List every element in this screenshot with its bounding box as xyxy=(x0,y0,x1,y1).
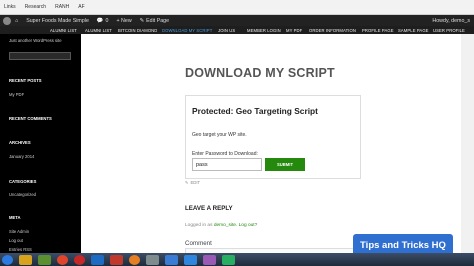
recent-comments-header: RECENT COMMENTS xyxy=(9,116,52,121)
archives-header: ARCHIVES xyxy=(9,140,31,145)
main-content: DOWNLOAD MY SCRIPT Protected: Geo Target… xyxy=(81,34,474,266)
menu-item-bitcoin-diamond[interactable]: BITCOIN DIAMOND xyxy=(118,28,157,33)
menu-item-join-us[interactable]: JOIN US xyxy=(218,28,235,33)
admin-bar-howdy[interactable]: Howdy, demo_s xyxy=(428,18,474,24)
primary-menu: ALUMNI LIST ALUMNI LIST BITCOIN DIAMOND … xyxy=(0,26,474,34)
admin-bar-comments[interactable]: 💬 0 xyxy=(93,18,113,24)
content-right-gutter xyxy=(461,34,474,266)
comments-count: 0 xyxy=(105,17,109,24)
firefox-icon[interactable] xyxy=(129,254,140,265)
page-title: DOWNLOAD MY SCRIPT xyxy=(185,66,335,80)
menu-item-profile-page[interactable]: PROFILE PAGE xyxy=(362,28,394,33)
meta-header: META xyxy=(9,215,21,220)
protected-download-box: Protected: Geo Targeting Script Geo targ… xyxy=(185,95,361,179)
bookmark-af[interactable]: AF xyxy=(78,4,84,10)
edit-page-label: Edit Page xyxy=(146,17,170,24)
filezilla-icon[interactable] xyxy=(110,254,123,265)
meta-entries-rss-link[interactable]: Entries RSS xyxy=(9,247,32,252)
leave-reply-heading: LEAVE A REPLY xyxy=(185,205,233,212)
sidebar-search-input[interactable] xyxy=(9,52,71,60)
archive-link[interactable]: January 2014 xyxy=(9,154,34,159)
admin-bar-new[interactable]: + New xyxy=(112,18,135,24)
app-icon-2[interactable] xyxy=(146,254,159,265)
menu-item-alumni-list-2[interactable]: ALUMNI LIST xyxy=(85,28,112,33)
logged-in-prefix: Logged in as xyxy=(185,223,213,228)
menu-item-download-my-script[interactable]: DOWNLOAD MY SCRIPT xyxy=(162,28,212,33)
meta-log-out-link[interactable]: Log out xyxy=(9,238,23,243)
comment-label: Comment xyxy=(185,240,212,247)
file-explorer-icon[interactable] xyxy=(19,254,32,265)
bookmark-ranh[interactable]: RANH xyxy=(55,4,69,10)
start-button-icon[interactable] xyxy=(2,254,13,265)
comment-icon: 💬 xyxy=(96,17,104,24)
admin-bar-home-icon[interactable]: ⌂ xyxy=(11,18,22,24)
admin-bar-edit-page[interactable]: ✎ Edit Page xyxy=(136,18,173,24)
menu-item-member-login[interactable]: MEMBER LOGIN xyxy=(247,28,281,33)
bookmarks-list: Links Research RANH AF xyxy=(0,4,85,10)
bookmark-links[interactable]: Links xyxy=(4,4,16,10)
protected-description: Geo target your WP site. xyxy=(192,132,247,138)
edit-label: EDIT xyxy=(190,180,201,185)
protected-title: Protected: Geo Targeting Script xyxy=(192,106,318,116)
bookmark-research[interactable]: Research xyxy=(25,4,46,10)
categories-header: CATEGORIES xyxy=(9,179,37,184)
wp-admin-bar: ⌂ Super Foods Made Simple 💬 0 + New ✎ Edit… xyxy=(0,15,474,26)
pencil-icon: ✎ xyxy=(185,180,189,185)
browser-bookmarks-bar: Links Research RANH AF xyxy=(0,0,474,15)
submit-button[interactable]: SUBMIT xyxy=(265,158,305,171)
menu-item-my-pdf[interactable]: MY PDF xyxy=(286,28,302,33)
edit-link[interactable]: ✎ EDIT xyxy=(185,180,200,185)
chrome-icon[interactable] xyxy=(57,254,68,265)
app-icon-5[interactable] xyxy=(203,254,216,265)
app-icon-4[interactable] xyxy=(184,254,197,265)
app-icon-6[interactable] xyxy=(222,254,235,265)
password-input[interactable]: pass xyxy=(192,158,262,171)
category-link[interactable]: Uncategorized xyxy=(9,192,36,197)
logged-in-notice: Logged in as demo_site. Log out? xyxy=(185,223,257,228)
pencil-icon: ✎ xyxy=(139,17,145,24)
menu-item-alumni-list-1[interactable]: ALUMNI LIST xyxy=(50,28,77,33)
app-icon-3[interactable] xyxy=(165,254,178,265)
opera-icon[interactable] xyxy=(74,254,85,265)
menu-item-user-profile[interactable]: USER PROFILE xyxy=(433,28,465,33)
site-tagline: Just another WordPress site xyxy=(9,38,62,43)
password-label: Enter Password to Download: xyxy=(192,151,258,157)
windows-taskbar xyxy=(0,253,474,266)
menu-item-sample-page[interactable]: SAMPLE PAGE xyxy=(398,28,429,33)
sidebar: Just another WordPress site RECENT POSTS… xyxy=(0,34,81,266)
logged-in-user-link[interactable]: demo_site xyxy=(214,223,236,228)
word-icon[interactable] xyxy=(91,254,104,265)
app-icon-1[interactable] xyxy=(38,254,51,265)
wordpress-logo-icon[interactable] xyxy=(3,16,11,25)
recent-posts-header: RECENT POSTS xyxy=(9,78,42,83)
admin-bar-site-name[interactable]: Super Foods Made Simple xyxy=(22,18,93,24)
menu-item-order-information[interactable]: ORDER INFORMATION xyxy=(309,28,356,33)
meta-site-admin-link[interactable]: Site Admin xyxy=(9,229,29,234)
log-out-link[interactable]: . Log out? xyxy=(236,223,257,228)
recent-post-link[interactable]: My PDF xyxy=(9,92,24,97)
